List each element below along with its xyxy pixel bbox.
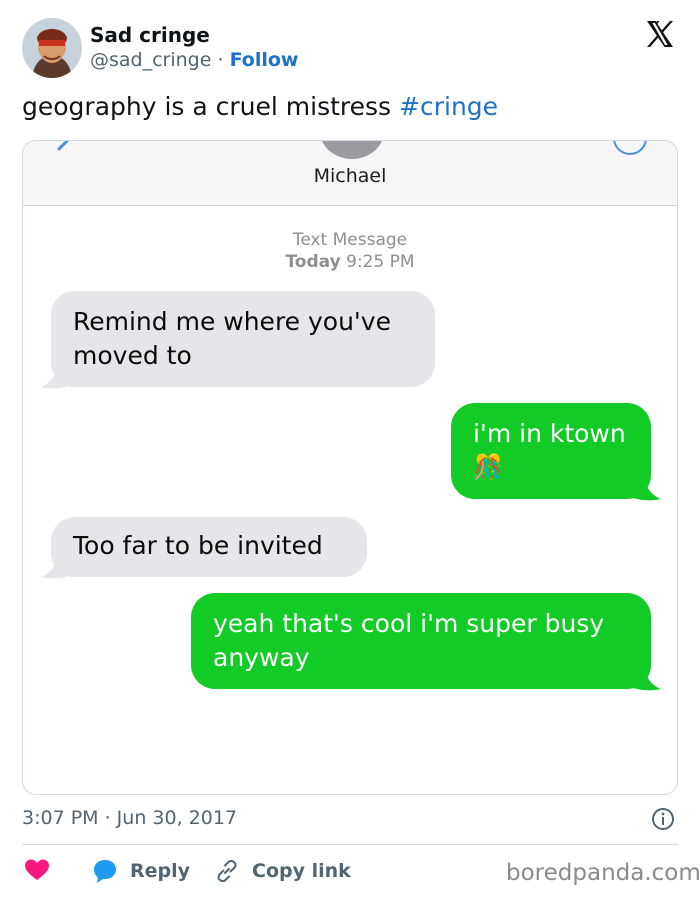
avatar[interactable] — [22, 18, 82, 78]
link-icon — [217, 859, 237, 883]
message-text-line: Remind me where you've — [73, 307, 391, 336]
x-logo-icon[interactable] — [644, 18, 676, 50]
tweet-timestamp[interactable]: 3:07 PM · Jun 30, 2017 — [22, 807, 237, 829]
copy-link-button[interactable]: Copy link — [214, 858, 351, 884]
message-text-line: Too far to be invited — [73, 531, 323, 560]
message-bubble-incoming: Too far to be invited — [51, 517, 367, 577]
media-screenshot[interactable]: Michael Text Message Today 9:25 PM Remin… — [22, 140, 678, 795]
display-name[interactable]: Sad cringe — [90, 23, 210, 47]
contact-info-icon — [613, 141, 647, 155]
tweet-body: geography is a cruel mistress — [22, 92, 392, 121]
user-handle[interactable]: @sad_cringe — [90, 49, 211, 71]
reply-label: Reply — [130, 860, 191, 882]
message-bubble-outgoing: yeah that's cool i'm super busy anyway — [191, 593, 651, 689]
message-text-line: anyway — [213, 643, 310, 672]
avatar-image — [22, 18, 82, 78]
message-time: 9:25 PM — [346, 252, 415, 272]
reply-button[interactable]: Reply — [92, 858, 190, 884]
message-day: Today — [285, 252, 341, 272]
message-meta: Text Message Today 9:25 PM — [23, 229, 677, 273]
divider — [22, 844, 678, 845]
follow-button[interactable]: Follow — [230, 49, 299, 71]
message-bubble-incoming: Remind me where you've moved to — [51, 291, 435, 387]
copy-link-label: Copy link — [252, 860, 351, 882]
heart-icon — [25, 859, 49, 880]
message-date: Today 9:25 PM — [23, 251, 677, 273]
messages-header: Michael — [23, 141, 677, 206]
handle-row: @sad_cringe · Follow — [90, 49, 298, 71]
message-text-line: moved to — [73, 341, 192, 370]
message-text-line: i'm in ktown — [473, 419, 626, 448]
source-watermark: boredpanda.com — [506, 860, 700, 886]
contact-avatar — [320, 141, 384, 159]
message-text-line: yeah that's cool i'm super busy — [213, 609, 605, 638]
separator-dot: · — [211, 49, 230, 71]
info-icon[interactable] — [651, 807, 675, 835]
like-button[interactable] — [24, 858, 50, 882]
back-chevron-icon — [57, 141, 69, 151]
contact-name: Michael — [313, 165, 387, 187]
tweet-text: geography is a cruel mistress #cringe — [22, 92, 498, 121]
hashtag-link[interactable]: #cringe — [399, 92, 498, 121]
message-type-label: Text Message — [292, 230, 408, 250]
confetti-emoji: 🎊 — [473, 453, 503, 481]
speech-bubble-icon — [94, 860, 116, 883]
message-bubble-outgoing: i'm in ktown 🎊 — [451, 403, 651, 499]
